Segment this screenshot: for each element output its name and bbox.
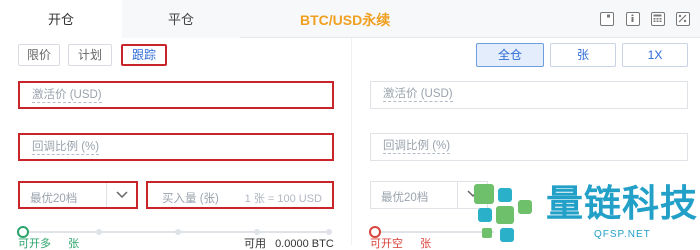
info-icon[interactable] <box>626 12 640 26</box>
leverage-button[interactable]: 1X <box>622 43 688 67</box>
callback-ratio-placeholder: 回调比例 (%) <box>383 140 451 154</box>
activation-price-input-short[interactable]: 激活价 (USD) <box>370 81 688 109</box>
max-short-unit: 张 <box>420 238 432 250</box>
callback-ratio-input-short[interactable]: 回调比例 (%) <box>370 133 688 161</box>
top-bar: 开仓 平仓 BTC/USD永续 <box>0 0 700 38</box>
max-long-label: 可开多 张 <box>18 238 79 250</box>
watermark-url: QFSP.NET <box>594 229 651 240</box>
order-type-trailing[interactable]: 跟踪 <box>121 44 167 66</box>
activation-price-input-long[interactable]: 激活价 (USD) <box>18 81 334 109</box>
price-select-value: 最优20档 <box>30 193 78 205</box>
market-title: BTC/USD永续 <box>300 12 391 28</box>
calculator-icon[interactable] <box>651 12 665 26</box>
available-label: 可用 <box>244 238 266 250</box>
layout-icon[interactable] <box>600 12 614 26</box>
panel-divider <box>351 38 352 245</box>
chevron-down-icon[interactable] <box>106 183 136 207</box>
watermark-logo-icon <box>474 184 532 242</box>
available-value: 0.0000 BTC <box>275 238 334 250</box>
activation-price-placeholder: 激活价 (USD) <box>383 88 453 102</box>
contract-size-hint: 1 张 = 100 USD <box>244 193 322 205</box>
unit-contracts-button[interactable]: 张 <box>550 43 616 67</box>
buy-quantity-placeholder: 买入量 (张) <box>162 193 219 205</box>
slider-tick[interactable] <box>96 229 102 235</box>
max-short-text: 可开空 <box>370 238 403 250</box>
max-short-label: 可开空 张 <box>370 238 431 250</box>
margin-mode-cross-button[interactable]: 全仓 <box>476 43 544 67</box>
tab-open-position[interactable]: 开仓 <box>0 0 122 38</box>
max-long-unit: 张 <box>68 238 80 250</box>
order-type-limit[interactable]: 限价 <box>18 44 60 66</box>
quantity-slider-knob-long[interactable] <box>17 226 29 238</box>
tab-close-position[interactable]: 平仓 <box>122 0 240 38</box>
max-long-text: 可开多 <box>18 238 51 250</box>
price-select-long[interactable]: 最优20档 <box>18 181 138 209</box>
percent-icon[interactable] <box>676 12 690 26</box>
watermark-text: 量链科技 <box>546 182 698 225</box>
order-type-plan[interactable]: 计划 <box>68 44 112 66</box>
slider-tick[interactable] <box>254 229 260 235</box>
quantity-slider-knob-short[interactable] <box>369 226 381 238</box>
available-balance: 可用 0.0000 BTC <box>244 238 334 250</box>
slider-tick[interactable] <box>326 229 332 235</box>
callback-ratio-placeholder: 回调比例 (%) <box>32 141 100 155</box>
price-select-value: 最优20档 <box>381 192 429 204</box>
slider-tick[interactable] <box>175 229 181 235</box>
activation-price-placeholder: 激活价 (USD) <box>32 89 102 103</box>
buy-quantity-input[interactable]: 买入量 (张) 1 张 = 100 USD <box>146 181 334 209</box>
callback-ratio-input-long[interactable]: 回调比例 (%) <box>18 133 334 161</box>
